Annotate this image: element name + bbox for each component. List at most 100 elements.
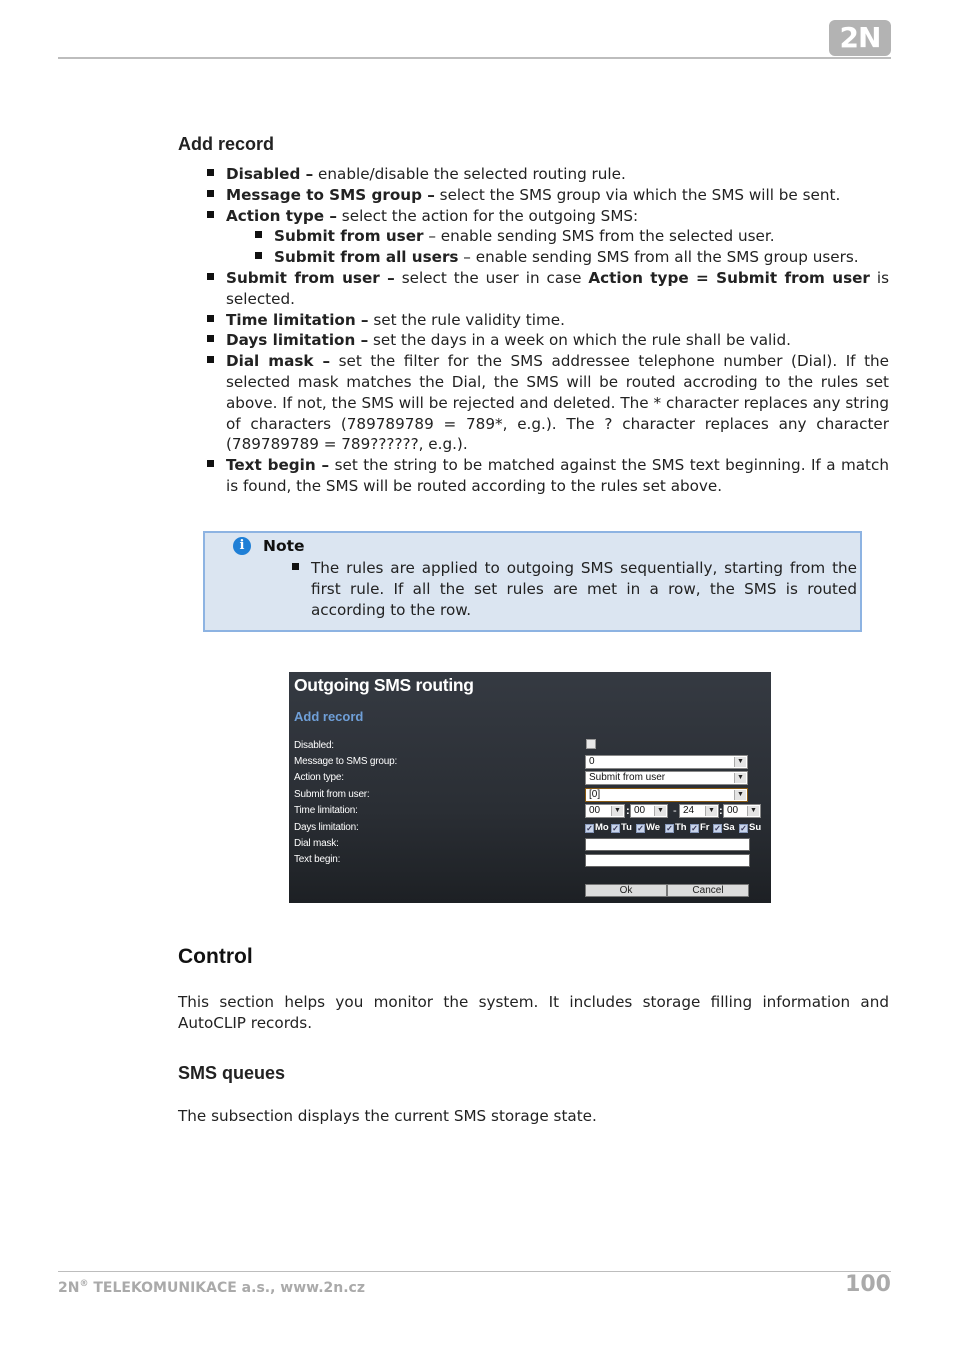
sub-list-item: Submit from all users – enable sending S…	[254, 247, 889, 268]
checkbox-checked-icon: ✓	[585, 824, 594, 833]
dial-mask-input[interactable]	[585, 838, 750, 851]
list-item: Disabled – enable/disable the selected r…	[206, 164, 889, 185]
footer-brand: 2N	[58, 1280, 80, 1296]
label-disabled: Disabled:	[294, 740, 334, 751]
sms-queues-paragraph: The subsection displays the current SMS …	[178, 1107, 597, 1125]
screenshot-title: Outgoing SMS routing	[294, 675, 474, 695]
time-from-minute-select[interactable]: 00 ▼	[630, 804, 668, 818]
list-term: Text begin –	[226, 456, 330, 475]
list-desc: set the rule validity time.	[368, 310, 565, 329]
submit-from-user-select[interactable]: [0] ▼	[585, 788, 748, 802]
label-dial-mask: Dial mask:	[294, 838, 339, 849]
screenshot-subtitle: Add record	[294, 709, 364, 724]
day-label: Sa	[723, 822, 735, 833]
note-title: Note	[263, 537, 305, 555]
page-number: 100	[845, 1272, 891, 1297]
footer-divider	[58, 1271, 891, 1272]
list-desc: – enable sending SMS from all the SMS gr…	[458, 248, 859, 267]
note-box: i Note The rules are applied to outgoing…	[203, 531, 862, 632]
day-label: We	[646, 822, 661, 833]
label-time-limitation: Time limitation:	[294, 805, 358, 816]
day-label: Su	[749, 822, 762, 833]
add-record-list: Disabled – enable/disable the selected r…	[206, 164, 889, 497]
list-term: Time limitation –	[226, 310, 369, 329]
info-icon: i	[233, 537, 251, 555]
day-checkbox-su[interactable]: ✓ Su	[739, 822, 761, 833]
list-term: Submit from user –	[226, 268, 395, 287]
section-heading-add-record: Add record	[178, 134, 275, 154]
time-to-hour-select[interactable]: 24 ▼	[679, 804, 719, 818]
chevron-down-icon: ▼	[734, 757, 746, 767]
list-item: Text begin – set the string to be matche…	[206, 455, 889, 497]
list-term: Submit from user	[274, 227, 424, 246]
time-range-dash: -	[673, 805, 677, 817]
list-term: Submit from all users	[274, 248, 459, 267]
time-to-minute-select[interactable]: 00 ▼	[723, 804, 761, 818]
list-desc: enable/disable the selected routing rule…	[313, 165, 626, 183]
note-text: The rules are applied to outgoing SMS se…	[291, 558, 857, 620]
label-action-type: Action type:	[294, 772, 344, 783]
section-heading-control: Control	[178, 945, 253, 968]
cancel-button[interactable]: Cancel	[667, 884, 749, 897]
list-desc: select the SMS group via which the SMS w…	[434, 185, 841, 204]
checkbox-checked-icon: ✓	[690, 824, 699, 833]
section-heading-sms-queues: SMS queues	[178, 1063, 286, 1083]
chevron-down-icon: ▼	[611, 806, 623, 816]
chevron-down-icon: ▼	[734, 790, 746, 800]
select-value: [0]	[589, 789, 601, 800]
label-sms-group: Message to SMS group:	[294, 756, 398, 767]
sub-list-item: Submit from user – enable sending SMS fr…	[254, 226, 889, 247]
list-term: Action type –	[226, 206, 337, 225]
list-term: Disabled –	[226, 165, 314, 183]
day-checkbox-mo[interactable]: ✓ Mo	[585, 822, 609, 833]
day-checkbox-sa[interactable]: ✓ Sa	[713, 822, 735, 833]
chevron-down-icon: ▼	[654, 806, 666, 816]
ok-button[interactable]: Ok	[585, 884, 667, 897]
day-checkbox-fr[interactable]: ✓ Fr	[690, 822, 710, 833]
list-desc: set the days in a week on which the rule…	[368, 331, 791, 350]
list-item: Time limitation – set the rule validity …	[206, 310, 889, 331]
list-term: Action type = Submit from user	[588, 268, 870, 287]
footer-company: 2N® TELEKOMUNIKACE a.s., www.2n.cz	[58, 1279, 365, 1296]
select-value: 24	[683, 805, 695, 816]
checkbox-checked-icon: ✓	[611, 824, 620, 833]
chevron-down-icon: ▼	[747, 806, 759, 816]
disabled-checkbox[interactable]	[586, 739, 596, 749]
list-desc: select the user in case	[394, 268, 589, 287]
day-label: Tu	[621, 822, 632, 833]
label-submit-from-user: Submit from user:	[294, 789, 370, 800]
select-value: 00	[589, 805, 601, 816]
day-checkbox-we[interactable]: ✓ We	[636, 822, 660, 833]
action-type-select[interactable]: Submit from user ▼	[585, 771, 748, 785]
select-value: 00	[634, 805, 646, 816]
list-item: Dial mask – set the filter for the SMS a…	[206, 351, 889, 455]
time-from-hour-select[interactable]: 00 ▼	[585, 804, 625, 818]
select-value: Submit from user	[589, 772, 666, 783]
header-divider	[58, 57, 891, 59]
footer-company-text: TELEKOMUNIKACE a.s., www.2n.cz	[88, 1280, 365, 1296]
day-label: Th	[675, 822, 687, 833]
day-label: Mo	[595, 822, 609, 833]
chevron-down-icon: ▼	[705, 806, 717, 816]
select-value: 00	[727, 805, 739, 816]
text-begin-input[interactable]	[585, 854, 750, 867]
list-desc: select the action for the outgoing SMS:	[336, 206, 639, 225]
day-checkbox-tu[interactable]: ✓ Tu	[611, 822, 632, 833]
day-checkbox-th[interactable]: ✓ Th	[665, 822, 687, 833]
select-value: 0	[589, 756, 595, 767]
sms-group-select[interactable]: 0 ▼	[585, 755, 748, 769]
checkbox-checked-icon: ✓	[739, 824, 748, 833]
list-item: Action type – select the action for the …	[206, 206, 889, 227]
list-term: Dial mask –	[226, 352, 331, 371]
sub-list: Submit from user – enable sending SMS fr…	[206, 226, 889, 268]
day-label: Fr	[700, 822, 710, 833]
list-term: Days limitation –	[226, 331, 369, 350]
checkbox-checked-icon: ✓	[665, 824, 674, 833]
list-desc: – enable sending SMS from the selected u…	[423, 227, 775, 246]
list-term: Message to SMS group –	[226, 185, 435, 204]
brand-logo: 2N	[829, 20, 891, 56]
control-paragraph: This section helps you monitor the syste…	[178, 993, 889, 1032]
label-text-begin: Text begin:	[294, 854, 341, 865]
label-days-limitation: Days limitation:	[294, 822, 359, 833]
list-item: Submit from user – select the user in ca…	[206, 268, 889, 310]
